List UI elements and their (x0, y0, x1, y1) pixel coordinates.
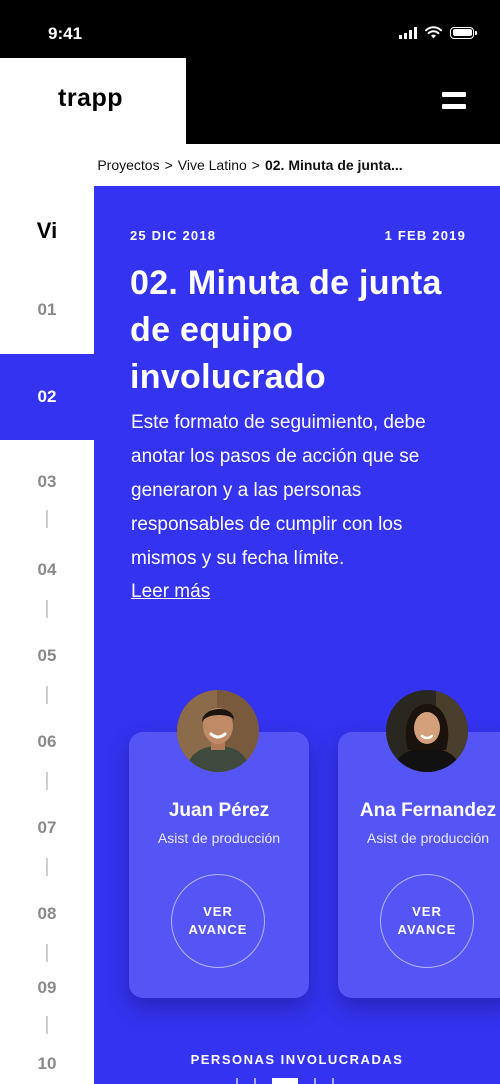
battery-icon (450, 26, 477, 39)
person-role: Asist de producción (366, 830, 490, 846)
pager-dot[interactable] (314, 1078, 316, 1084)
person-name: Ana Fernandez (359, 800, 497, 821)
index-divider (46, 600, 48, 618)
section-label: PERSONAS INVOLUCRADAS (190, 1052, 404, 1067)
breadcrumb-item-vive-latino[interactable]: Vive Latino (178, 157, 247, 173)
breadcrumb-current: 02. Minuta de junta... (264, 157, 403, 173)
index-item-01[interactable]: 01 (0, 300, 94, 320)
pager-dot[interactable] (332, 1078, 334, 1084)
avatar (386, 690, 468, 772)
detail-panel: 25 DIC 2018 1 FEB 2019 02. Minuta de jun… (94, 186, 500, 1084)
index-divider (46, 1016, 48, 1034)
index-item-10[interactable]: 10 (0, 1054, 94, 1074)
page-title: 02. Minuta de junta de equipo involucrad… (130, 264, 442, 396)
status-icons (399, 26, 477, 39)
index-item-03[interactable]: 03 (0, 472, 94, 492)
person-name: Juan Pérez (168, 800, 270, 821)
pager-dot[interactable] (236, 1078, 238, 1084)
index-divider (46, 944, 48, 962)
logo[interactable]: trapp (58, 84, 123, 113)
index-item-09[interactable]: 09 (0, 978, 94, 998)
index-item-02[interactable]: 02 (0, 354, 94, 440)
read-more-link[interactable]: Leer más (131, 581, 210, 603)
status-bar: 9:41 (0, 0, 500, 58)
signal-icon (399, 26, 417, 39)
pager-dot-active[interactable] (272, 1078, 298, 1084)
app-header: trapp (0, 58, 500, 144)
index-item-06[interactable]: 06 (0, 732, 94, 752)
breadcrumb-separator: > (251, 157, 260, 173)
end-date: 1 FEB 2019 (384, 228, 466, 243)
breadcrumb: Proyectos > Vive Latino > 02. Minuta de … (0, 144, 500, 186)
start-date: 25 DIC 2018 (130, 228, 217, 243)
hamburger-icon[interactable] (442, 92, 466, 112)
view-progress-label: VER AVANCE (188, 904, 248, 937)
index-divider (46, 772, 48, 790)
breadcrumb-item-proyectos[interactable]: Proyectos (97, 157, 159, 173)
view-progress-button[interactable]: VER AVANCE (380, 874, 474, 968)
avatar (177, 690, 259, 772)
index-divider (46, 510, 48, 528)
person-card[interactable]: Ana Fernandez Asist de producción VER AV… (338, 732, 500, 998)
pager-dot[interactable] (254, 1078, 256, 1084)
index-divider (46, 858, 48, 876)
status-time: 9:41 (48, 24, 83, 43)
logo-box: trapp (0, 58, 186, 144)
carousel-pager (236, 1078, 334, 1084)
index-item-04[interactable]: 04 (0, 560, 94, 580)
view-progress-button[interactable]: VER AVANCE (171, 874, 265, 968)
description: Este formato de seguimiento, debe anotar… (131, 412, 426, 569)
index-sidebar: Vi 01 02 03 04 05 06 07 08 09 10 (0, 186, 94, 1084)
person-role: Asist de producción (157, 830, 281, 846)
wifi-icon (425, 26, 442, 39)
index-item-08[interactable]: 08 (0, 904, 94, 924)
index-item-07[interactable]: 07 (0, 818, 94, 838)
index-divider (46, 686, 48, 704)
breadcrumb-separator: > (164, 157, 173, 173)
view-progress-label: VER AVANCE (397, 904, 457, 937)
index-item-05[interactable]: 05 (0, 646, 94, 666)
index-heading: Vi (36, 218, 58, 243)
